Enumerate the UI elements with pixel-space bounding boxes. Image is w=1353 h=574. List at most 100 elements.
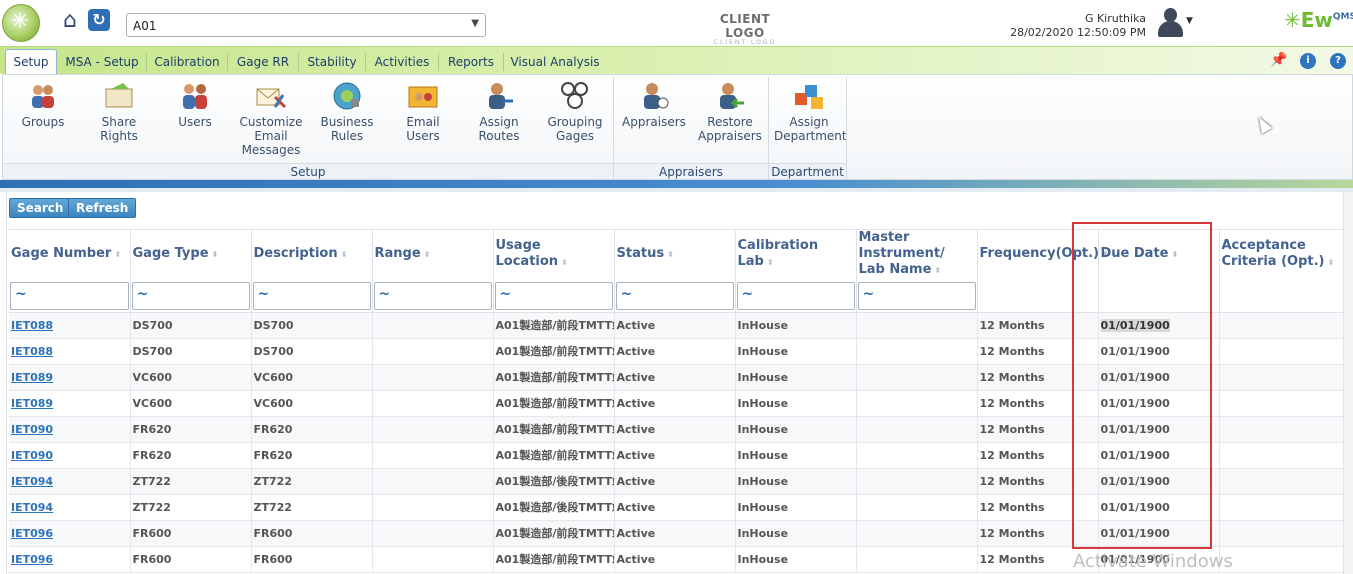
table-cell: A01製造部/前段TMTT站 (493, 442, 615, 469)
tab-setup[interactable]: Setup (5, 49, 57, 75)
tab-calibration[interactable]: Calibration (147, 49, 227, 75)
pin-icon[interactable]: 📌 (1270, 52, 1287, 68)
info-icon[interactable]: i (1300, 53, 1316, 69)
tab-visual-analysis[interactable]: Visual Analysis (504, 49, 606, 75)
column-filter-input[interactable]: ~ (252, 281, 371, 310)
refresh-button[interactable]: Refresh (68, 198, 137, 218)
assign-routes-button[interactable]: Assign Routes (464, 81, 534, 143)
cell-value: InHouse (737, 552, 789, 566)
app-logo[interactable] (2, 4, 40, 42)
table-row[interactable]: IET094 ZT722 ZT722 A01製造部/後段TMTT站 Active InHo… (9, 468, 1344, 495)
column-header[interactable]: Acceptance Criteria (Opt.) ⬍ (1219, 229, 1344, 280)
table-row[interactable]: IET094 ZT722 ZT722 A01製造部/後段TMTT站 Active InHo… (9, 494, 1344, 521)
cell-value: Active (616, 474, 656, 488)
scrollbar[interactable] (1343, 192, 1353, 574)
column-header[interactable]: Frequency(Opt.)⬍ (977, 229, 1109, 280)
table-row[interactable]: IET090 FR620 FR620 A01製造部/前段TMTT站 Active InHo… (9, 442, 1344, 469)
grouping-gages-button[interactable]: Grouping Gages (540, 81, 610, 143)
sort-icon[interactable]: ⬍ (767, 258, 774, 267)
appraisers-button[interactable]: Appraisers (619, 81, 689, 129)
table-row[interactable]: IET089 VC600 VC600 A01製造部/前段TMTT站 Active InHo… (9, 364, 1344, 391)
column-header[interactable]: Range ⬍ (372, 229, 494, 280)
help-icon[interactable]: ? (1330, 53, 1346, 69)
home-icon[interactable]: ⌂ (58, 9, 82, 33)
tab-gage-rr[interactable]: Gage RR (228, 49, 298, 75)
column-filter-input[interactable]: ~ (131, 281, 250, 310)
gage-number-link[interactable]: IET088 (11, 319, 53, 332)
users-button[interactable]: Users (160, 81, 230, 129)
avatar[interactable] (1156, 7, 1184, 37)
assign-department-button[interactable]: Assign Department (774, 81, 847, 143)
sort-icon[interactable]: ⬍ (1171, 250, 1178, 259)
column-header-label: Status (616, 246, 665, 262)
gage-number-link[interactable]: IET096 (11, 553, 53, 566)
column-header[interactable]: Usage Location ⬍ (493, 229, 615, 280)
table-cell[interactable]: IET089 (9, 390, 131, 417)
table-row[interactable]: IET088 DS700 DS700 A01製造部/前段TMTT站 Active InHo… (9, 312, 1344, 339)
groups-button[interactable]: Groups (8, 81, 78, 129)
tab-reports[interactable]: Reports (439, 49, 503, 75)
gage-number-link[interactable]: IET096 (11, 527, 53, 540)
sort-icon[interactable]: ⬍ (341, 250, 348, 259)
table-cell: DS700 (251, 338, 373, 365)
gage-number-link[interactable]: IET089 (11, 397, 53, 410)
column-header[interactable]: Status ⬍ (614, 229, 736, 280)
table-cell[interactable]: IET096 (9, 520, 131, 547)
sort-icon[interactable]: ⬍ (114, 250, 121, 259)
table-cell[interactable]: IET090 (9, 416, 131, 443)
table-row[interactable]: IET090 FR620 FR620 A01製造部/前段TMTT站 Active InHo… (9, 416, 1344, 443)
table-cell[interactable]: IET096 (9, 546, 131, 573)
table-cell: 01/01/1900 (1098, 468, 1220, 495)
filter-cell (1219, 279, 1344, 313)
customize-email-label: Customize Email Messages (239, 115, 303, 157)
column-filter-input[interactable]: ~ (736, 281, 855, 310)
gage-number-link[interactable]: IET090 (11, 423, 53, 436)
table-cell: FR620 (251, 442, 373, 469)
sort-icon[interactable]: ⬍ (561, 258, 568, 267)
tab-activities[interactable]: Activities (366, 49, 438, 75)
tab-stability[interactable]: Stability (299, 49, 365, 75)
table-cell[interactable]: IET088 (9, 312, 131, 339)
cell-value: FR620 (132, 422, 172, 436)
tab-msa-setup[interactable]: MSA - Setup (58, 49, 146, 75)
column-header[interactable]: Gage Type ⬍ (130, 229, 252, 280)
gage-number-link[interactable]: IET090 (11, 449, 53, 462)
business-rules-button[interactable]: Business Rules (312, 81, 382, 143)
table-cell[interactable]: IET088 (9, 338, 131, 365)
site-select[interactable]: A01 ▼ (126, 13, 486, 37)
sort-icon[interactable]: ⬍ (1328, 258, 1335, 267)
column-header[interactable]: Master Instrument/ Lab Name ⬍ (856, 229, 978, 280)
table-cell[interactable]: IET094 (9, 468, 131, 495)
user-menu-caret-icon[interactable]: ▼ (1186, 16, 1193, 26)
table-row[interactable]: IET096 FR600 FR600 A01製造部/前段TMTT站 Active InHo… (9, 520, 1344, 547)
share-rights-button[interactable]: Share Rights (83, 81, 155, 143)
table-cell[interactable]: IET089 (9, 364, 131, 391)
column-filter-input[interactable]: ~ (857, 281, 976, 310)
gage-number-link[interactable]: IET089 (11, 371, 53, 384)
email-users-button[interactable]: Email Users (388, 81, 458, 143)
column-filter-input[interactable]: ~ (494, 281, 613, 310)
gage-number-link[interactable]: IET088 (11, 345, 53, 358)
column-header-label: Usage Location (495, 238, 559, 270)
column-filter-input[interactable]: ~ (373, 281, 492, 310)
column-header[interactable]: Description ⬍ (251, 229, 373, 280)
restore-appraisers-button[interactable]: Restore Appraisers (695, 81, 765, 143)
column-header[interactable]: Gage Number ⬍ (9, 229, 131, 280)
sort-icon[interactable]: ⬍ (934, 266, 941, 275)
search-button[interactable]: Search (9, 198, 72, 218)
sort-icon[interactable]: ⬍ (212, 250, 219, 259)
customize-email-button[interactable]: Customize Email Messages (236, 81, 306, 157)
table-row[interactable]: IET089 VC600 VC600 A01製造部/前段TMTT站 Active InHo… (9, 390, 1344, 417)
refresh-icon[interactable]: ↻ (88, 9, 110, 31)
column-header[interactable]: Due Date ⬍ (1098, 229, 1220, 280)
column-filter-input[interactable]: ~ (615, 281, 734, 310)
gage-number-link[interactable]: IET094 (11, 475, 53, 488)
table-cell[interactable]: IET090 (9, 442, 131, 469)
gage-number-link[interactable]: IET094 (11, 501, 53, 514)
sort-icon[interactable]: ⬍ (667, 250, 674, 259)
table-row[interactable]: IET088 DS700 DS700 A01製造部/前段TMTT站 Active InHo… (9, 338, 1344, 365)
column-filter-input[interactable]: ~ (10, 281, 129, 310)
sort-icon[interactable]: ⬍ (424, 250, 431, 259)
column-header[interactable]: Calibration Lab ⬍ (735, 229, 857, 280)
table-cell[interactable]: IET094 (9, 494, 131, 521)
